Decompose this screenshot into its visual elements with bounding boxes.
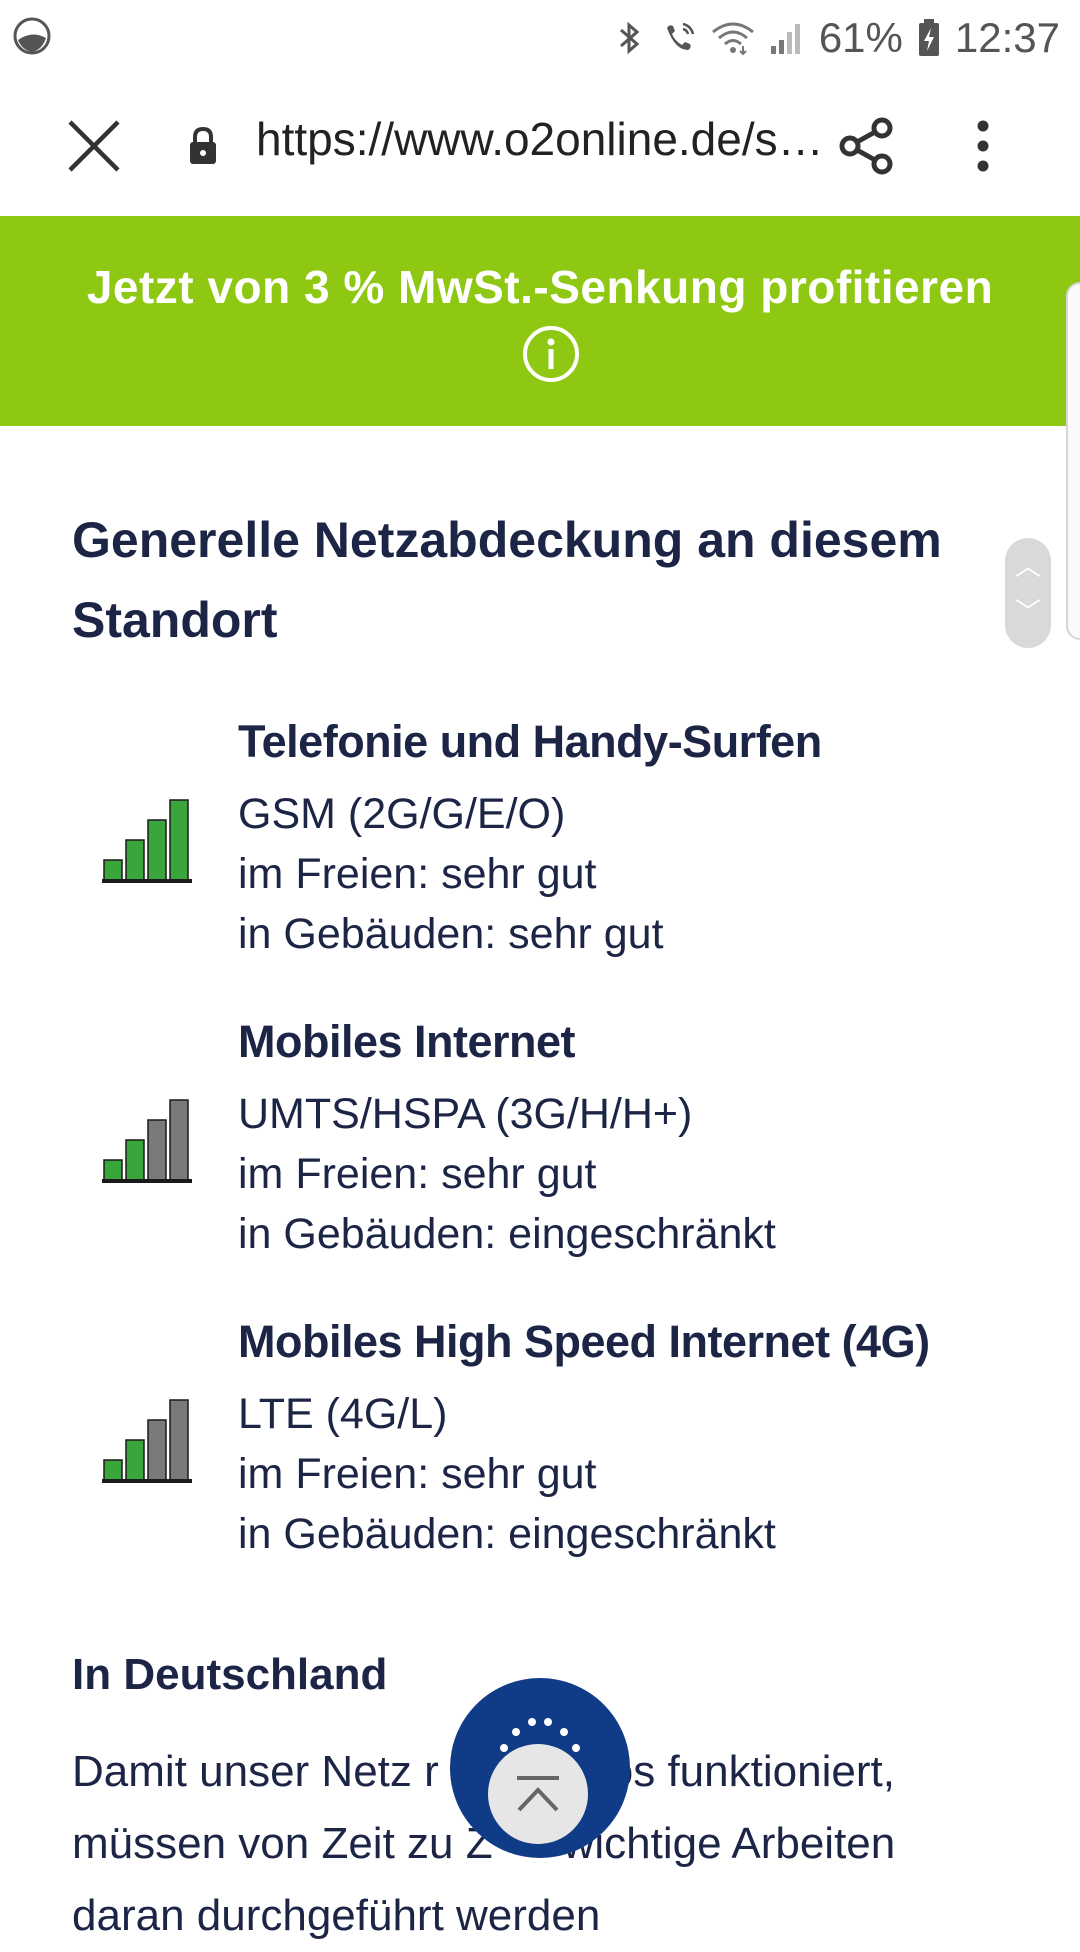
wifi-call-icon [666, 22, 695, 50]
signal-bar [103, 1159, 123, 1181]
wifi-icon [711, 22, 754, 56]
bluetooth-icon [619, 21, 640, 55]
coverage-item-indoor: in Gebäuden: sehr gut [238, 910, 664, 958]
signal-strength-icon [102, 1399, 192, 1483]
signal-bar [169, 799, 189, 881]
fab-inner-circle [488, 1744, 588, 1844]
coverage-item-technology: UMTS/HSPA (3G/H/H+) [238, 1090, 693, 1138]
close-icon[interactable] [64, 116, 124, 176]
battery-charging-icon [918, 19, 939, 56]
paragraph-text: Damit unser Netz r [72, 1747, 439, 1796]
custom-tab-toolbar: https://www.o2online.de/s… [0, 74, 1080, 216]
more-vert-icon[interactable] [958, 114, 1008, 178]
signal-strength-icon [102, 799, 192, 883]
signal-bar [125, 1139, 145, 1181]
signal-bar [125, 839, 145, 881]
page-title: Generelle Netzabdeckung an diesem Stando… [72, 512, 942, 648]
coverage-item-title: Mobiles High Speed Internet (4G) [238, 1316, 930, 1367]
app-icon [13, 17, 51, 55]
coverage-item-outdoor: im Freien: sehr gut [238, 850, 597, 898]
signal-icon [770, 24, 800, 54]
info-icon[interactable] [521, 324, 581, 384]
signal-bar [169, 1399, 189, 1481]
share-icon[interactable] [836, 114, 900, 178]
side-feedback-tab[interactable] [1066, 282, 1080, 640]
coverage-item-technology: GSM (2G/G/E/O) [238, 790, 566, 838]
paragraph-text: müssen von Zeit zu Z [72, 1819, 493, 1868]
arrow-up-icon [517, 1776, 559, 1812]
paragraph-text: wichtige Arbeiten [562, 1819, 896, 1868]
coverage-item-title: Mobiles Internet [238, 1016, 576, 1067]
status-bar: 61% 12:37 [0, 0, 1080, 74]
signal-baseline [102, 1179, 192, 1183]
signal-bar [147, 819, 167, 881]
coverage-item-title: Telefonie und Handy-Surfen [238, 716, 822, 767]
lock-icon [190, 126, 216, 164]
section-heading: In Deutschland [72, 1650, 388, 1699]
paragraph-text: daran durchgeführt werden [72, 1891, 601, 1940]
coverage-item-mobile-internet: Mobiles Internet UMTS/HSPA (3G/H/H+) im … [72, 1012, 1012, 1272]
signal-bar [125, 1439, 145, 1481]
signal-bar [147, 1119, 167, 1181]
signal-baseline [102, 879, 192, 883]
paragraph-text: os funktioniert, [608, 1747, 895, 1796]
signal-bar [103, 859, 123, 881]
coverage-item-indoor: in Gebäuden: eingeschränkt [238, 1210, 776, 1258]
coverage-item-outdoor: im Freien: sehr gut [238, 1150, 597, 1198]
battery-percent: 61% [818, 14, 903, 61]
vat-promo-banner[interactable]: Jetzt von 3 % MwSt.-Senkung profitieren [0, 216, 1080, 426]
signal-bar [103, 1459, 123, 1481]
banner-text: Jetzt von 3 % MwSt.-Senkung profitieren [86, 261, 994, 313]
coverage-item-telephony: Telefonie und Handy-Surfen GSM (2G/G/E/O… [72, 712, 1012, 972]
signal-strength-icon [102, 1099, 192, 1183]
coverage-item-outdoor: im Freien: sehr gut [238, 1450, 597, 1498]
signal-baseline [102, 1479, 192, 1483]
coverage-item-technology: LTE (4G/L) [238, 1390, 448, 1438]
signal-bar [147, 1419, 167, 1481]
scroll-to-top-button[interactable] [450, 1678, 630, 1858]
url-text[interactable]: https://www.o2online.de/s… [256, 112, 826, 166]
coverage-item-4g: Mobiles High Speed Internet (4G) LTE (4G… [72, 1312, 1012, 1572]
signal-bar [169, 1099, 189, 1181]
clock: 12:37 [954, 14, 1060, 61]
coverage-item-indoor: in Gebäuden: eingeschränkt [238, 1510, 776, 1558]
